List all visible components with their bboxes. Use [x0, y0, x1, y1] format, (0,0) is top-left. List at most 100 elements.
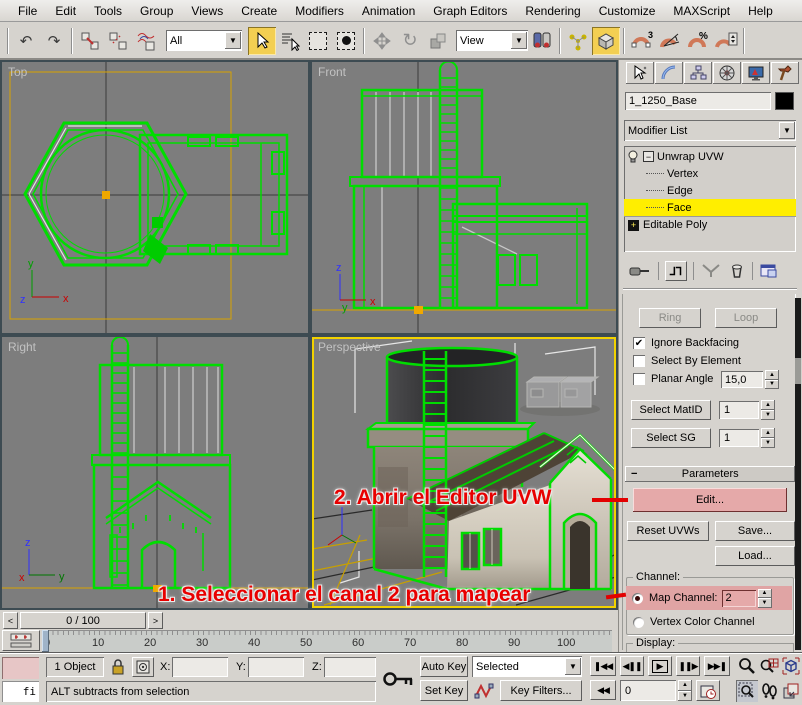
key-mode-toggle-button[interactable]: ◀◀	[590, 680, 616, 700]
redo-button[interactable]: ↷	[40, 27, 68, 55]
viewport-front-label[interactable]: Front	[318, 65, 346, 79]
stack-item-label[interactable]: Unwrap UVW	[657, 151, 724, 163]
time-slider-next-button[interactable]: >	[148, 612, 163, 629]
panel-scrollbar-thumb[interactable]	[795, 358, 801, 384]
frame-spinner[interactable]: ▲▼	[678, 680, 692, 701]
play-button[interactable]: ▶	[648, 656, 672, 676]
undo-button[interactable]: ↶	[12, 27, 40, 55]
default-in-out-tangents-icon[interactable]	[474, 682, 496, 700]
select-object-button[interactable]	[248, 27, 276, 55]
select-and-link-button[interactable]	[76, 27, 104, 55]
menu-create[interactable]: Create	[232, 1, 286, 21]
vertex-color-radio[interactable]	[633, 617, 644, 628]
ignore-backfacing-checkbox[interactable]: ✔	[633, 337, 645, 349]
select-and-manipulate-button[interactable]	[564, 27, 592, 55]
make-unique-icon[interactable]	[700, 263, 722, 279]
menu-views[interactable]: Views	[182, 1, 232, 21]
timeline-slider-handle[interactable]	[42, 630, 49, 652]
parameters-rollout-header[interactable]: − Parameters	[625, 466, 795, 482]
angle-snap-button[interactable]	[656, 27, 684, 55]
previous-frame-button[interactable]: ◀❚❚	[620, 656, 644, 676]
maximize-viewport-toggle-button[interactable]	[780, 680, 802, 702]
planar-angle-field[interactable]: 15,0	[721, 371, 763, 388]
stack-item-label[interactable]: Edge	[667, 185, 693, 197]
map-channel-spinner[interactable]: ▲▼	[758, 589, 772, 608]
timeline-ruler[interactable]: 0 10 20 30 40 50 60 70 80 90 100	[42, 630, 612, 652]
map-channel-field[interactable]: 2	[722, 590, 756, 607]
menu-tools[interactable]: Tools	[85, 1, 131, 21]
object-color-swatch[interactable]	[775, 92, 794, 110]
select-sg-button[interactable]: Select SG	[631, 428, 711, 448]
viewport-front[interactable]: Front	[312, 62, 616, 333]
sg-spinner[interactable]: ▲▼	[761, 428, 775, 448]
menu-customize[interactable]: Customize	[590, 1, 665, 21]
select-by-element-checkbox[interactable]	[633, 355, 645, 367]
edit-uvw-button[interactable]: Edit...	[633, 488, 787, 512]
ring-button[interactable]: Ring	[639, 308, 701, 328]
select-matid-button[interactable]: Select MatID	[631, 400, 711, 420]
unlink-selection-button[interactable]	[104, 27, 132, 55]
stack-item-editable-poly[interactable]: + Editable Poly	[624, 216, 796, 233]
object-name-field[interactable]: 1_1250_Base	[625, 92, 771, 110]
go-to-end-button[interactable]: ▶▶❚	[704, 656, 730, 676]
stack-item-label[interactable]: Vertex	[667, 168, 698, 180]
viewport-top-canvas[interactable]: y x z	[2, 62, 308, 333]
expand-icon[interactable]: +	[628, 220, 639, 231]
stack-item-label[interactable]: Face	[667, 202, 691, 214]
window-crossing-button[interactable]	[332, 27, 360, 55]
tab-hierarchy[interactable]	[684, 62, 712, 84]
select-by-element-row[interactable]: Select By Element	[633, 355, 741, 367]
auto-key-button[interactable]: Auto Key	[420, 656, 468, 677]
chevron-down-icon[interactable]: ▼	[779, 122, 795, 139]
save-button[interactable]: Save...	[715, 521, 795, 541]
z-coordinate-field[interactable]	[324, 657, 376, 677]
remove-modifier-icon[interactable]	[728, 262, 746, 280]
tab-display[interactable]	[742, 62, 770, 84]
maxscript-mini-listener-pink[interactable]	[2, 657, 39, 679]
menu-help[interactable]: Help	[739, 1, 782, 21]
planar-angle-spinner[interactable]: ▲▼	[765, 370, 779, 389]
reset-uvws-button[interactable]: Reset UVWs	[627, 521, 709, 541]
stack-item-label[interactable]: Editable Poly	[643, 219, 707, 231]
ignore-backfacing-row[interactable]: ✔ Ignore Backfacing	[633, 337, 739, 349]
select-and-scale-button[interactable]	[424, 27, 452, 55]
pin-stack-icon[interactable]	[628, 262, 652, 280]
menu-edit[interactable]: Edit	[46, 1, 85, 21]
selection-lock-icon[interactable]	[110, 658, 126, 676]
time-slider-prev-button[interactable]: <	[3, 612, 18, 629]
stack-item-face-selected[interactable]: Face	[624, 199, 796, 216]
configure-modifier-sets-icon[interactable]	[759, 262, 779, 280]
viewport-perspective[interactable]: Perspective	[312, 337, 616, 608]
select-and-move-button[interactable]	[368, 27, 396, 55]
map-channel-radio[interactable]	[632, 593, 643, 604]
mini-curve-editor-button[interactable]	[2, 630, 40, 651]
tab-utilities[interactable]	[771, 62, 799, 84]
pan-button[interactable]	[758, 680, 780, 702]
chevron-down-icon[interactable]: ▼	[565, 658, 581, 675]
key-filters-button[interactable]: Key Filters...	[500, 680, 582, 701]
time-configuration-button[interactable]	[696, 680, 720, 701]
percent-snap-button[interactable]: %	[684, 27, 712, 55]
stack-item-edge[interactable]: Edge	[624, 182, 796, 199]
snaps-toggle-button[interactable]	[592, 27, 620, 55]
current-frame-field[interactable]: 0	[620, 680, 676, 701]
next-frame-button[interactable]: ❚❚▶	[676, 656, 700, 676]
viewport-right[interactable]: Right	[2, 337, 308, 608]
viewport-top-label[interactable]: Top	[8, 65, 27, 79]
viewport-perspective-canvas[interactable]: z	[312, 337, 616, 608]
select-by-name-button[interactable]	[276, 27, 304, 55]
viewport-right-label[interactable]: Right	[8, 340, 36, 354]
bind-to-space-warp-button[interactable]	[132, 27, 160, 55]
modifier-list-dropdown[interactable]: Modifier List ▼	[624, 120, 796, 141]
viewport-top[interactable]: Top	[2, 62, 308, 333]
menu-modifiers[interactable]: Modifiers	[286, 1, 353, 21]
sg-field[interactable]: 1	[719, 429, 759, 447]
set-key-key-icon[interactable]	[382, 669, 416, 689]
bulb-icon[interactable]	[627, 150, 640, 163]
set-key-button[interactable]: Set Key	[420, 680, 468, 701]
planar-angle-checkbox[interactable]	[633, 373, 645, 385]
stack-item-vertex[interactable]: Vertex	[624, 165, 796, 182]
planar-angle-row[interactable]: Planar Angle	[633, 373, 713, 385]
spinner-snap-button[interactable]	[712, 27, 740, 55]
loop-button[interactable]: Loop	[715, 308, 777, 328]
